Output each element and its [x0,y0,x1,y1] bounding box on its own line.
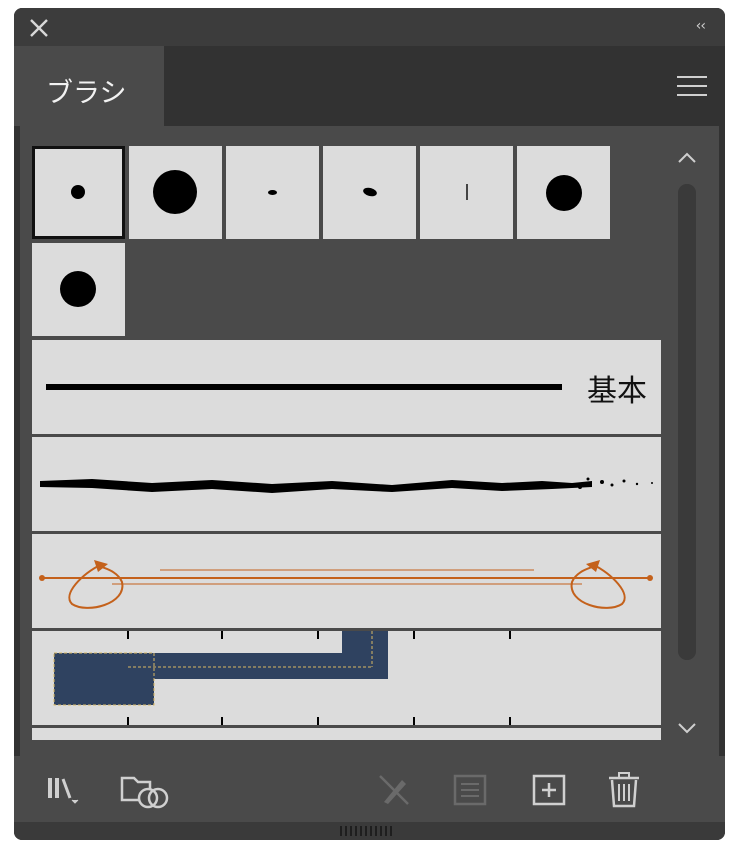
brush-row-denim-pattern[interactable] [32,631,661,725]
brush-row-basic[interactable]: 基本 [32,340,661,434]
basic-stroke-preview [46,384,562,390]
grip-handle-icon [340,826,392,836]
brush-swatch-large-round[interactable] [129,146,222,239]
brush-tip-preview [60,271,96,307]
brush-swatch-calligraphic-flat[interactable] [420,146,513,239]
brush-list: 基本 [20,126,719,756]
new-brush-icon[interactable] [529,770,569,810]
brush-options-icon[interactable] [450,770,490,810]
panel-title-bar: ‹‹ [14,8,725,46]
vertical-scrollbar[interactable] [672,146,702,742]
brush-swatch-calligraphic-small[interactable] [226,146,319,239]
brush-list-viewport: 基本 [32,146,664,740]
arrow-stroke-preview [39,560,653,609]
brush-tip-preview [546,175,582,211]
tab-brushes-label: ブラシ [46,78,127,109]
resize-grip[interactable] [14,822,725,840]
brushes-panel: ‹‹ ブラシ 基本 [14,8,725,840]
brush-library-icon[interactable] [44,770,84,810]
charcoal-stroke-preview [40,477,653,493]
brush-swatch-round-2[interactable] [32,243,125,336]
brush-row-partial[interactable] [32,728,661,740]
panel-footer [14,756,725,822]
brush-tip-preview [268,190,277,195]
hamburger-menu-icon[interactable] [677,76,707,98]
brush-tip-preview [71,185,85,199]
collapse-chevrons-icon[interactable]: ‹‹ [696,18,706,34]
brush-row-arrow-ornament[interactable] [32,534,661,628]
scroll-up-icon[interactable] [672,146,702,170]
brush-tip-preview [153,170,197,214]
brush-swatch-medium-round[interactable] [517,146,610,239]
brush-swatch-calligraphic-oval[interactable] [323,146,416,239]
cc-libraries-icon[interactable] [120,770,172,810]
brush-row-basic-label: 基本 [587,374,647,409]
brush-swatch-small-round[interactable] [32,146,125,239]
delete-brush-icon[interactable] [604,770,644,810]
brush-tip-preview [466,184,468,200]
close-icon[interactable] [28,17,50,39]
scroll-down-icon[interactable] [672,716,702,740]
tab-row: ブラシ [14,46,725,126]
remove-brush-stroke-icon[interactable] [374,770,414,810]
scroll-thumb[interactable] [678,184,696,660]
brush-row-charcoal[interactable] [32,437,661,531]
tab-brushes[interactable]: ブラシ [14,46,164,126]
denim-pattern-preview [53,631,511,725]
brush-tip-preview [362,186,378,198]
scroll-track[interactable] [678,184,696,660]
